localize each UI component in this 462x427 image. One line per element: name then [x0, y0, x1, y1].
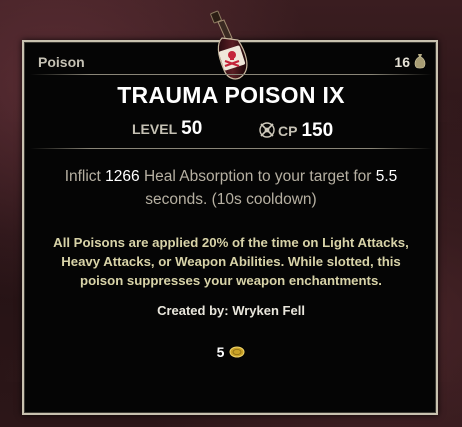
- divider: [30, 74, 432, 75]
- item-value: 5: [22, 344, 440, 360]
- champion-points-icon: [259, 122, 275, 138]
- item-title: TRAUMA POISON IX: [117, 82, 345, 108]
- value-amount: 5: [216, 344, 225, 360]
- level-label: LEVEL: [132, 121, 178, 137]
- item-type-label: Poison: [38, 54, 85, 70]
- level-value: 50: [181, 118, 203, 139]
- creator-text: Created by: Wryken Fell: [157, 303, 305, 318]
- level-requirement: LEVEL 50: [132, 118, 202, 140]
- poison-bottle-icon: [210, 10, 248, 80]
- item-description: Inflict 1266 Heal Absorption to your tar…: [62, 165, 400, 211]
- bag-icon: [414, 54, 426, 69]
- description-text: seconds. (10s cooldown): [145, 191, 317, 208]
- poison-info-text: All Poisons are applied 20% of the time …: [53, 235, 409, 288]
- divider: [30, 148, 432, 149]
- cp-label: CP: [278, 123, 298, 139]
- cp-requirement: CP 150: [258, 118, 333, 142]
- duration-value: 5.5: [375, 168, 398, 185]
- description-text: Inflict: [64, 168, 106, 185]
- heal-absorption-amount: 1266: [105, 168, 140, 185]
- description-text: Heal Absorption to your target for: [139, 168, 376, 185]
- gold-coin-icon: [229, 346, 245, 358]
- cp-value: 150: [301, 120, 334, 141]
- stack-count: 16: [394, 54, 410, 70]
